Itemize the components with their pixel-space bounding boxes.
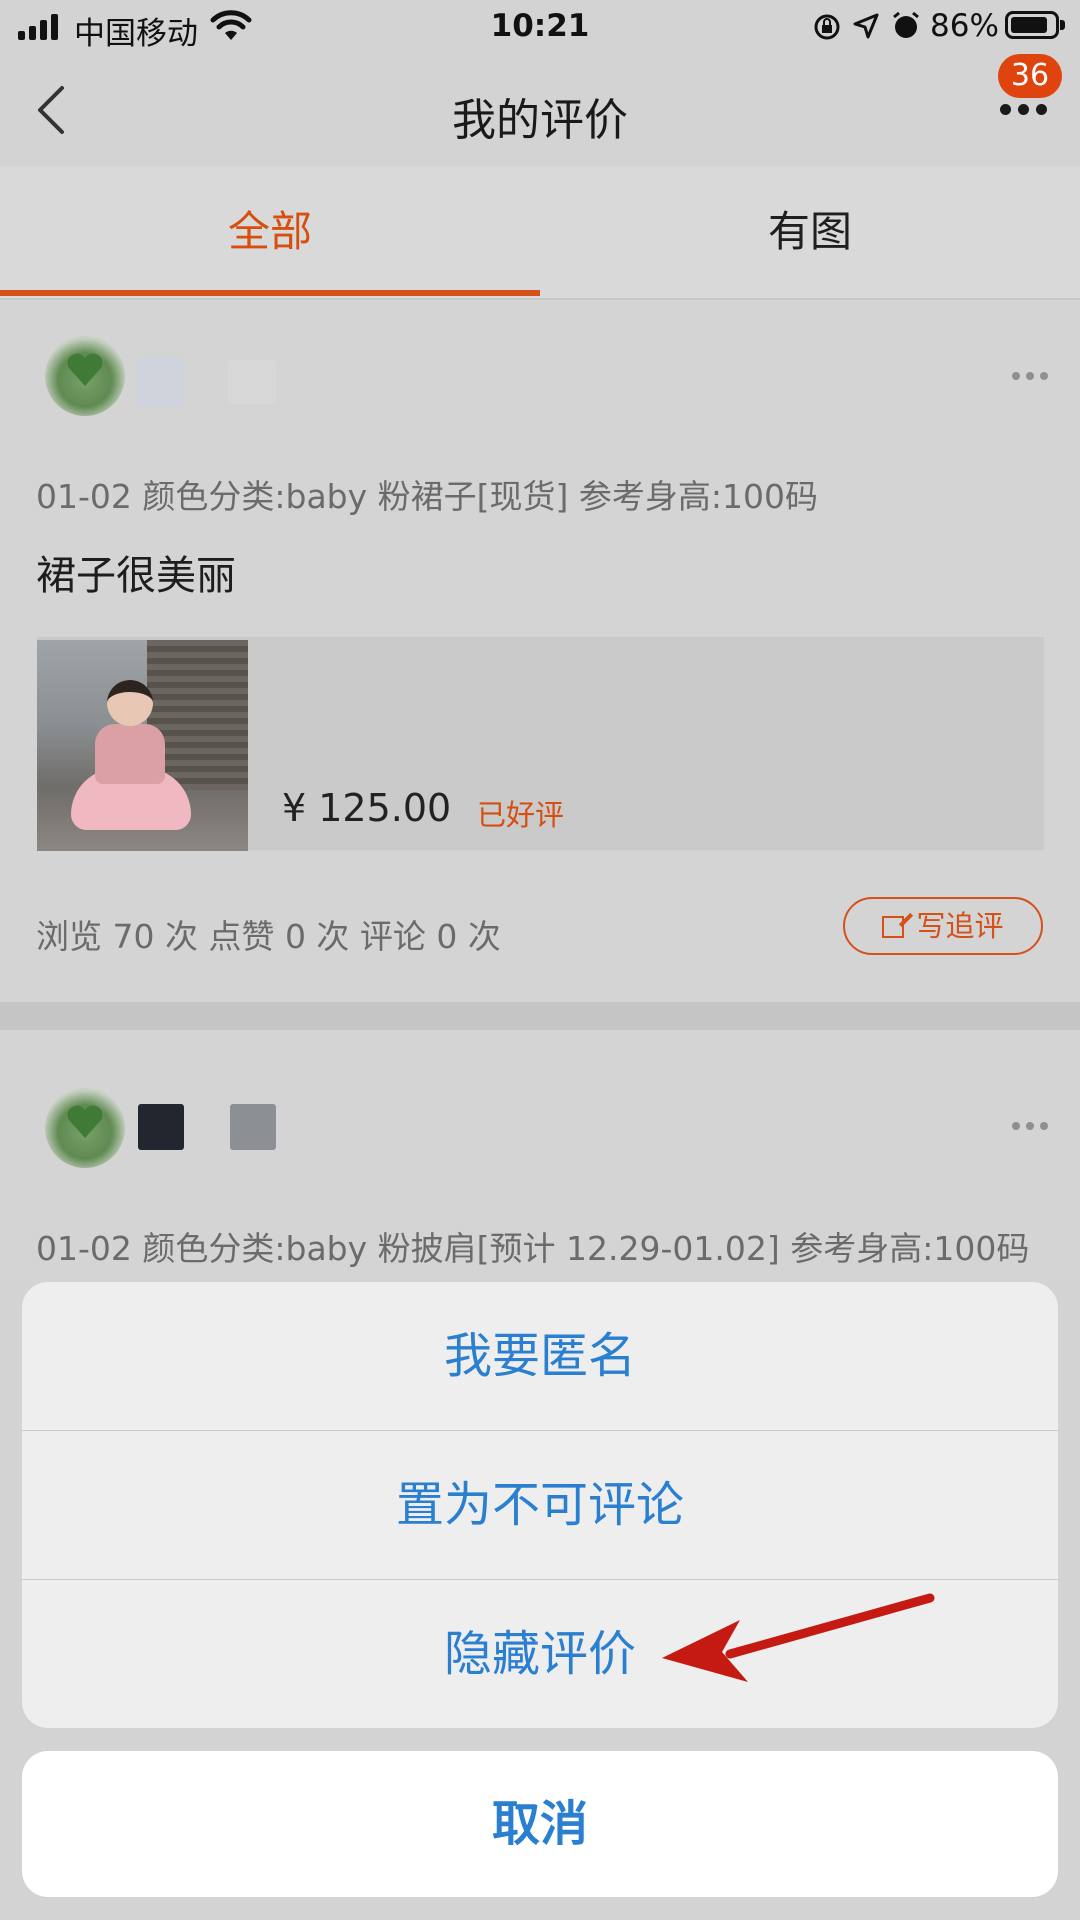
tab-with-images[interactable]: 有图 [540, 166, 1080, 298]
avatar[interactable] [45, 1088, 125, 1168]
username-blurred [230, 1104, 276, 1150]
notification-badge: 36 [998, 54, 1062, 98]
product-price: ¥ 125.00 [282, 786, 452, 830]
tab-all[interactable]: 全部 [0, 166, 540, 298]
more-dots-icon[interactable] [1000, 104, 1048, 118]
rating-status: 已好评 [477, 798, 565, 832]
cancel-button[interactable]: 取消 [22, 1751, 1058, 1897]
username-blurred [228, 360, 276, 404]
active-tab-indicator [0, 290, 540, 296]
avatar[interactable] [45, 336, 125, 416]
disable-comments-option[interactable]: 置为不可评论 [22, 1431, 1058, 1580]
review-text: 裙子很美丽 [36, 553, 236, 599]
battery-percent: 86% [930, 8, 999, 44]
location-icon [853, 13, 879, 39]
annotation-arrow-icon [662, 1593, 935, 1682]
review-meta: 01-02 颜色分类:baby 粉裙子[现货] 参考身高:100码 [36, 477, 818, 516]
rotation-lock-icon [814, 14, 840, 40]
username-blurred [138, 358, 184, 406]
product-image [37, 640, 248, 851]
battery-nub [1060, 20, 1065, 30]
card-divider [0, 1002, 1080, 1030]
battery-icon [1005, 11, 1059, 39]
follow-up-label: 写追评 [916, 909, 1004, 943]
review-meta: 01-02 颜色分类:baby 粉披肩[预计 12.29-01.02] 参考身高… [36, 1229, 1030, 1268]
tab-bar: 全部 有图 [0, 166, 1080, 300]
username-blurred [138, 1104, 184, 1150]
review-more-icon[interactable] [1012, 1122, 1052, 1132]
anonymous-option[interactable]: 我要匿名 [22, 1282, 1058, 1431]
edit-icon [882, 916, 905, 938]
review-stats: 浏览 70 次 点赞 0 次 评论 0 次 [36, 917, 501, 956]
heart-avatar-icon [67, 353, 103, 386]
review-more-icon[interactable] [1012, 372, 1052, 382]
write-follow-up-review-button[interactable]: 写追评 [843, 897, 1043, 955]
alarm-icon [893, 11, 919, 38]
status-bar: 中国移动 10:21 86% [0, 0, 1080, 54]
heart-avatar-icon [67, 1105, 103, 1138]
page-title: 我的评价 [452, 95, 628, 146]
